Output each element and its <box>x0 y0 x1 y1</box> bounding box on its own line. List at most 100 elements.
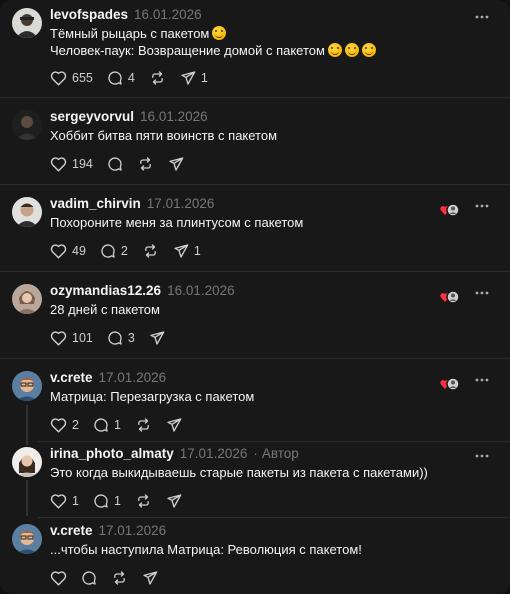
repost-icon <box>114 571 125 585</box>
post-date: 16.01.2026 <box>134 7 202 22</box>
share-button[interactable] <box>168 156 184 172</box>
more-icon[interactable] <box>474 373 490 387</box>
comment-line: Матрица: Перезагрузка с пакетом <box>50 389 255 404</box>
username-text[interactable]: levofspades <box>50 7 128 22</box>
repost-button[interactable] <box>142 243 159 259</box>
username-text[interactable]: v.crete <box>50 523 93 538</box>
like-button[interactable]: 655 <box>50 70 93 86</box>
repost-button[interactable] <box>111 570 128 586</box>
divider <box>38 517 510 518</box>
liked-by-author-icon <box>440 377 460 391</box>
comment-line: Похороните меня за плинтусом с пакетом <box>50 215 304 230</box>
comment-button[interactable]: 1 <box>93 417 121 433</box>
like-button[interactable] <box>50 570 67 586</box>
comment-button[interactable]: 3 <box>107 330 135 346</box>
more-icon[interactable] <box>474 449 490 463</box>
repost-button[interactable] <box>149 70 166 86</box>
share-button[interactable] <box>166 493 182 509</box>
like-count: 194 <box>72 157 93 171</box>
divider <box>0 184 510 185</box>
comment-count: 3 <box>127 331 135 345</box>
post-actions <box>50 568 172 588</box>
share-count: 1 <box>193 244 201 258</box>
post-actions: 1 1 <box>50 491 196 511</box>
post-date: 16.01.2026 <box>167 283 235 298</box>
share-button[interactable]: 1 <box>180 70 208 86</box>
username[interactable]: ozymandias12.26 16.01.2026 <box>50 283 235 298</box>
comment-button[interactable]: 1 <box>93 493 121 509</box>
avatar[interactable] <box>12 284 42 314</box>
avatar[interactable] <box>12 197 42 227</box>
username-text[interactable]: v.crete <box>50 370 93 385</box>
share-button[interactable]: 1 <box>173 243 201 259</box>
comment-count: 1 <box>113 494 121 508</box>
more-icon[interactable] <box>474 286 490 300</box>
comment-icon <box>101 244 115 258</box>
comment-line: Хоббит битва пяти воинств с пакетом <box>50 128 278 143</box>
comment-post: v.crete 17.01.2026 ...чтобы наступила Мат… <box>0 523 510 590</box>
like-count: 1 <box>72 494 79 508</box>
post-date: 16.01.2026 <box>140 109 208 124</box>
share-button[interactable] <box>142 570 158 586</box>
comment-button[interactable]: 4 <box>107 70 135 86</box>
comment-icon <box>108 157 122 171</box>
like-button[interactable]: 101 <box>50 330 93 346</box>
username[interactable]: sergeyvorvul 16.01.2026 <box>50 109 208 124</box>
share-icon <box>150 331 165 345</box>
repost-button[interactable] <box>137 156 154 172</box>
share-icon <box>174 244 189 258</box>
meta-separator: · <box>253 446 258 461</box>
username-text[interactable]: sergeyvorvul <box>50 109 134 124</box>
share-icon <box>167 418 182 432</box>
heart-icon <box>50 71 67 86</box>
author-tag: Автор <box>261 446 299 461</box>
comment-button[interactable] <box>81 570 97 586</box>
avatar[interactable] <box>12 447 42 477</box>
more-icon[interactable] <box>474 10 490 24</box>
comment-line: 28 дней с пакетом <box>50 302 160 317</box>
comment-button[interactable]: 2 <box>100 243 128 259</box>
username[interactable]: irina_photo_almaty 17.01.2026 · Автор <box>50 446 299 461</box>
repost-button[interactable] <box>135 417 152 433</box>
username[interactable]: v.crete 17.01.2026 <box>50 523 166 538</box>
comment-line: ...чтобы наступила Матрица: Революция с … <box>50 542 362 557</box>
like-count: 49 <box>72 244 86 258</box>
username[interactable]: levofspades 16.01.2026 <box>50 7 202 22</box>
avatar[interactable] <box>12 8 42 38</box>
username-text[interactable]: vadim_chirvin <box>50 196 141 211</box>
username-text[interactable]: ozymandias12.26 <box>50 283 161 298</box>
laughing-emoji-icon <box>344 43 359 57</box>
like-count: 101 <box>72 331 93 345</box>
avatar[interactable] <box>12 110 42 140</box>
comment-text: Хоббит битва пяти воинств с пакетом <box>50 128 277 143</box>
comment-line: Человек-паук: Возвращение домой с пакето… <box>50 43 325 58</box>
comment-post: ozymandias12.26 16.01.2026 28 дней с паке… <box>0 283 510 354</box>
repost-button[interactable] <box>135 493 152 509</box>
username[interactable]: v.crete 17.01.2026 <box>50 370 166 385</box>
comment-text: Матрица: Перезагрузка с пакетом <box>50 389 254 404</box>
like-button[interactable]: 1 <box>50 493 79 509</box>
like-button[interactable]: 2 <box>50 417 79 433</box>
post-date: 17.01.2026 <box>179 446 248 461</box>
like-button[interactable]: 49 <box>50 243 86 259</box>
repost-icon <box>138 418 149 432</box>
avatar[interactable] <box>12 371 42 401</box>
repost-icon <box>145 244 156 258</box>
share-button[interactable] <box>149 330 165 346</box>
divider <box>0 358 510 359</box>
share-button[interactable] <box>166 417 182 433</box>
laughing-emoji-icon <box>361 43 376 57</box>
avatar[interactable] <box>12 524 42 554</box>
heart-icon <box>50 244 67 259</box>
comment-icon <box>108 71 122 85</box>
repost-icon <box>138 494 149 508</box>
like-button[interactable]: 194 <box>50 156 93 172</box>
username-text[interactable]: irina_photo_almaty <box>50 446 174 461</box>
more-icon[interactable] <box>474 199 490 213</box>
comment-button[interactable] <box>107 156 123 172</box>
divider <box>38 441 510 442</box>
username[interactable]: vadim_chirvin 17.01.2026 <box>50 196 214 211</box>
comment-post: vadim_chirvin 17.01.2026 Похороните меня … <box>0 196 510 267</box>
post-actions: 655 4 1 <box>50 68 222 88</box>
comment-line: Это когда выкидываешь старые пакеты из п… <box>50 465 428 480</box>
